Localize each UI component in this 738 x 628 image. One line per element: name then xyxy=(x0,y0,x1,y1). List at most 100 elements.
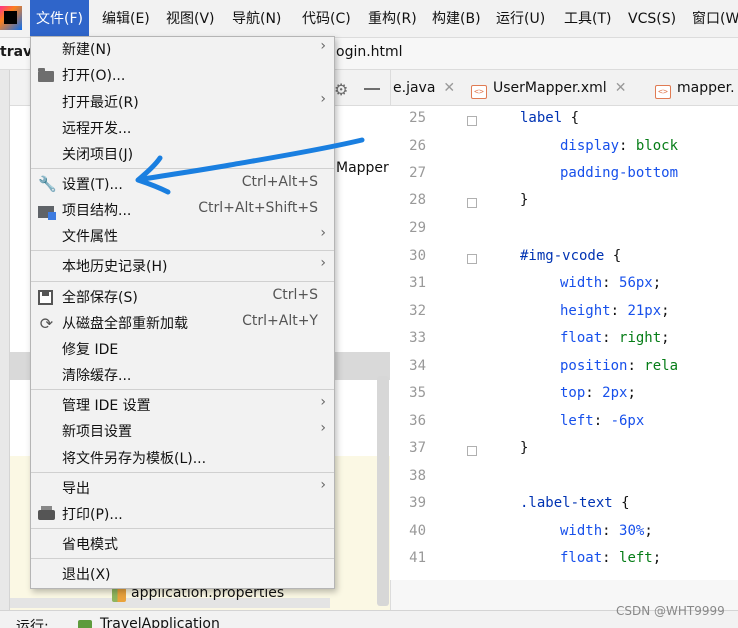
tab-label: mapper. xyxy=(677,80,735,96)
chevron-right-icon: › xyxy=(320,225,326,241)
tree-item-mapper[interactable]: Mapper xyxy=(336,160,389,176)
line-number: 36 xyxy=(409,413,426,429)
gear-icon[interactable]: ⚙ xyxy=(334,80,348,99)
save-icon xyxy=(38,290,53,305)
menu-bar-item[interactable]: 工具(T) xyxy=(558,0,617,38)
file-menu-item[interactable]: 项目结构... Ctrl+Alt+Shift+S xyxy=(31,198,334,224)
code-line[interactable]: padding-bottom xyxy=(560,165,678,181)
file-menu-item[interactable]: 修复 IDE xyxy=(31,337,334,363)
code-token: : xyxy=(602,330,620,346)
print-icon xyxy=(38,506,55,520)
project-scrollbar[interactable] xyxy=(377,376,389,606)
menu-bar-item[interactable]: 重构(R) xyxy=(362,0,423,38)
line-number: 40 xyxy=(409,523,426,539)
code-line[interactable]: label { xyxy=(520,110,579,126)
file-menu-item[interactable]: 关闭项目(J) xyxy=(31,142,334,168)
code-line[interactable]: .label-text { xyxy=(520,495,630,511)
file-menu-item[interactable]: 🔧 设置(T)... Ctrl+Alt+S xyxy=(31,172,334,198)
menu-item-label: 全部保存(S) xyxy=(62,290,138,306)
tab-java[interactable]: e.java ✕ xyxy=(393,70,455,106)
file-menu-item[interactable]: 本地历史记录(H) › xyxy=(31,254,334,280)
file-menu-item[interactable]: 新建(N) › xyxy=(31,37,334,63)
line-number: 25 xyxy=(409,110,426,126)
folder-icon xyxy=(38,68,54,82)
code-line[interactable]: width: 56px; xyxy=(560,275,661,291)
menu-bar-item[interactable]: 窗口(W xyxy=(686,0,738,38)
file-menu-item[interactable]: 将文件另存为模板(L)... xyxy=(31,446,334,472)
close-icon[interactable]: ✕ xyxy=(443,70,455,106)
code-line[interactable]: } xyxy=(520,440,528,456)
code-line[interactable]: float: left; xyxy=(560,550,661,566)
fold-icon[interactable] xyxy=(467,116,477,126)
menu-bar-item[interactable]: 运行(U) xyxy=(490,0,551,38)
minimize-icon[interactable] xyxy=(364,88,380,90)
chevron-right-icon: › xyxy=(320,420,326,436)
line-number: 29 xyxy=(409,220,426,236)
code-line[interactable]: width: 30%; xyxy=(560,523,653,539)
file-menu-item[interactable]: 省电模式 xyxy=(31,532,334,558)
menu-item-label: 从磁盘全部重新加载 xyxy=(62,316,188,332)
line-number: 41 xyxy=(409,550,426,566)
code-line[interactable]: height: 21px; xyxy=(560,303,670,319)
menu-bar-item[interactable]: 代码(C) xyxy=(296,0,357,38)
tab-label: e.java xyxy=(393,80,436,96)
menu-item-label: 将文件另存为模板(L)... xyxy=(62,451,207,467)
file-menu-item[interactable]: 导出 › xyxy=(31,476,334,502)
breadcrumb-file[interactable]: ogin.html xyxy=(336,44,403,60)
menu-separator xyxy=(31,168,334,169)
run-configuration[interactable]: TravelApplication xyxy=(100,616,220,628)
code-line[interactable]: #img-vcode { xyxy=(520,248,621,264)
code-token: display xyxy=(560,138,620,154)
close-icon[interactable]: ✕ xyxy=(615,70,627,106)
file-menu-item[interactable]: 文件属性 › xyxy=(31,224,334,250)
code-line[interactable]: left: -6px xyxy=(560,413,644,429)
project-side-strip[interactable] xyxy=(0,70,10,610)
chevron-right-icon: › xyxy=(320,477,326,493)
code-token: ; xyxy=(652,275,662,291)
file-menu-item[interactable]: 全部保存(S) Ctrl+S xyxy=(31,285,334,311)
tab-usermapper-xml[interactable]: <> UserMapper.xml ✕ xyxy=(471,70,626,106)
tab-mapper[interactable]: <> mapper. xyxy=(655,70,735,106)
code-line[interactable]: top: 2px; xyxy=(560,385,636,401)
file-menu-item[interactable]: 远程开发... xyxy=(31,116,334,142)
file-menu-item[interactable]: 退出(X) xyxy=(31,562,334,588)
menu-item-label: 关闭项目(J) xyxy=(62,147,134,163)
menu-item-shortcut: Ctrl+Alt+Y xyxy=(242,313,318,329)
code-token: : xyxy=(602,275,620,291)
file-menu-item[interactable]: 清除缓存... xyxy=(31,363,334,389)
file-menu-item[interactable]: 打开最近(R) › xyxy=(31,90,334,116)
menu-item-label: 远程开发... xyxy=(62,121,132,137)
code-line[interactable]: position: rela xyxy=(560,358,678,374)
line-number: 34 xyxy=(409,358,426,374)
file-menu-item[interactable]: 新项目设置 › xyxy=(31,419,334,445)
fold-icon[interactable] xyxy=(467,198,477,208)
code-token: left xyxy=(619,550,653,566)
file-menu-item[interactable]: 打印(P)... xyxy=(31,502,334,528)
code-token: width xyxy=(560,275,603,291)
code-line[interactable]: display: block xyxy=(560,138,678,154)
menu-separator xyxy=(31,472,334,473)
code-token: } xyxy=(520,192,529,208)
menu-bar-item[interactable]: 导航(N) xyxy=(226,0,287,38)
file-menu-item[interactable]: 管理 IDE 设置 › xyxy=(31,393,334,419)
fold-icon[interactable] xyxy=(467,446,477,456)
menu-bar-item[interactable]: 文件(F) xyxy=(30,0,89,38)
code-token: : xyxy=(627,358,645,374)
line-number: 33 xyxy=(409,330,426,346)
code-token: height xyxy=(560,303,611,319)
menu-item-label: 设置(T)... xyxy=(62,177,123,193)
line-number: 38 xyxy=(409,468,426,484)
run-config-icon xyxy=(78,620,92,628)
file-menu-item[interactable]: ⟳ 从磁盘全部重新加载 Ctrl+Alt+Y xyxy=(31,311,334,337)
file-menu-item[interactable]: 打开(O)... xyxy=(31,63,334,89)
menu-separator xyxy=(31,281,334,282)
menu-bar-item[interactable]: VCS(S) xyxy=(622,0,682,38)
code-line[interactable]: float: right; xyxy=(560,330,670,346)
fold-icon[interactable] xyxy=(467,254,477,264)
menu-bar-item[interactable]: 编辑(E) xyxy=(96,0,156,38)
code-token: label xyxy=(520,110,563,126)
menu-bar-item[interactable]: 视图(V) xyxy=(160,0,221,38)
code-line[interactable]: } xyxy=(520,192,528,208)
code-token: { xyxy=(612,495,630,511)
menu-bar-item[interactable]: 构建(B) xyxy=(426,0,487,38)
